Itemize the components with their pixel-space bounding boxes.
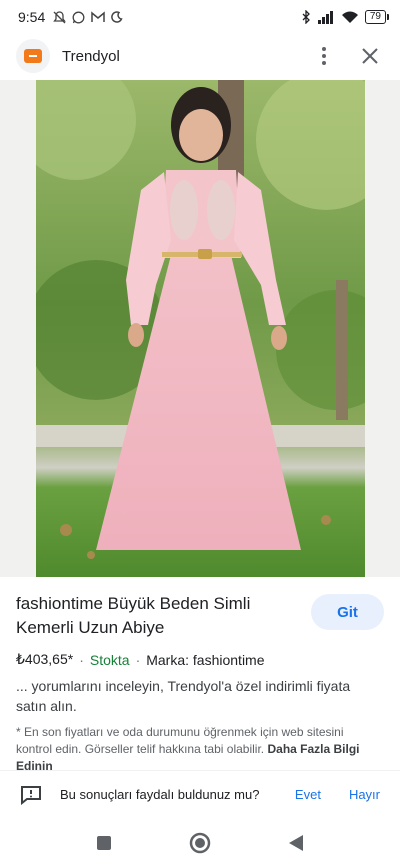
stock-status: Stokta [89, 651, 130, 668]
product-title[interactable]: fashiontime Büyük Beden Simli Kemerli Uz… [16, 592, 286, 640]
status-bar: 9:54 79 [0, 0, 400, 34]
more-options-button[interactable] [310, 42, 338, 70]
notification-icons [53, 10, 123, 24]
separator-dot: · [79, 651, 84, 668]
back-button[interactable] [284, 831, 308, 855]
product-meta: ₺403,65* · Stokta · Marka: fashiontime [16, 651, 265, 668]
system-nav-bar [0, 820, 400, 866]
image-area [0, 80, 400, 577]
recents-button[interactable] [92, 831, 116, 855]
price: ₺403,65* [16, 651, 74, 667]
close-button[interactable] [356, 42, 384, 70]
feedback-icon [21, 785, 41, 805]
bluetooth-icon [302, 10, 310, 24]
product-snippet: ... yorumlarını inceleyin, Trendyol'a öz… [16, 678, 351, 714]
site-name[interactable]: Trendyol [62, 48, 120, 65]
recents-icon [97, 836, 111, 850]
feedback-no-button[interactable]: Hayır [349, 787, 380, 802]
gmail-icon [91, 11, 105, 22]
wifi-icon [341, 11, 358, 23]
mute-icon [53, 10, 67, 23]
home-button[interactable] [188, 831, 212, 855]
feedback-yes-button[interactable]: Evet [295, 787, 321, 802]
status-time: 9:54 [18, 9, 46, 25]
visit-button[interactable]: Git [311, 594, 384, 630]
disclaimer: * En son fiyatları ve oda durumunu öğren… [16, 724, 376, 775]
home-icon [189, 832, 211, 854]
whatsapp-icon [72, 11, 85, 23]
battery-icon: 79 [364, 10, 390, 24]
system-icons: 79 [301, 10, 390, 24]
feedback-bar: Bu sonuçları faydalı buldunuz mu? Evet H… [0, 770, 400, 818]
lens-result-header: Trendyol [0, 34, 400, 78]
feedback-question: Bu sonuçları faydalı buldunuz mu? [60, 787, 260, 802]
more-vert-icon [322, 47, 326, 65]
moon-icon [111, 11, 123, 23]
product-image[interactable] [36, 80, 365, 577]
brand: Marka: fashiontime [146, 651, 265, 668]
site-favicon[interactable] [16, 39, 50, 73]
separator-dot: · [135, 651, 141, 668]
back-icon [289, 835, 303, 851]
trendyol-logo-icon [24, 49, 42, 63]
signal-icon [317, 10, 333, 24]
close-icon [362, 48, 378, 64]
